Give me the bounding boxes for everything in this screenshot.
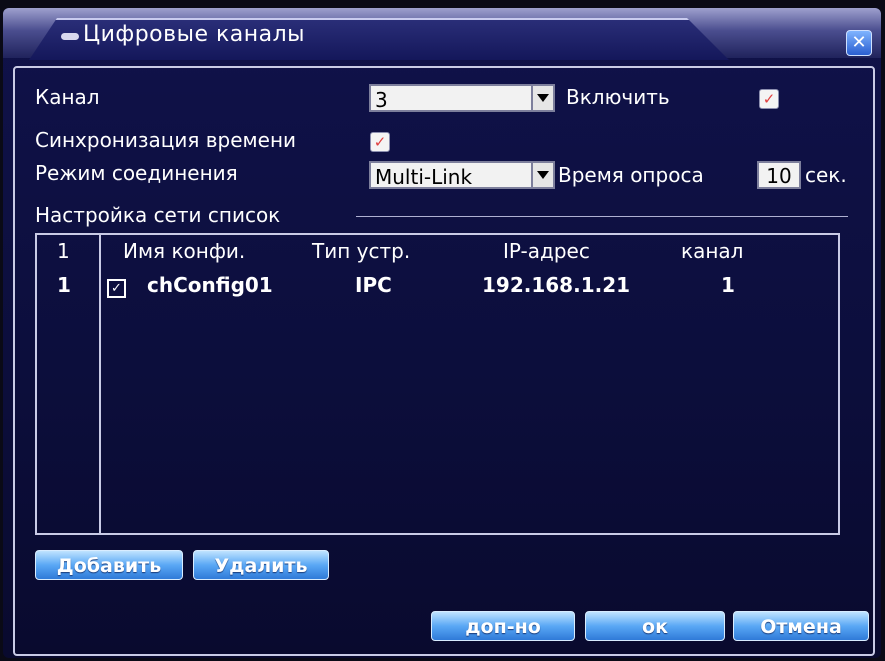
dialog-window: Цифровые каналы ✕ Канал 3 Включить ✓ Син… — [3, 8, 881, 658]
conn-mode-label: Режим соединения — [35, 161, 238, 185]
header-index: 1 — [57, 239, 70, 263]
chevron-down-icon[interactable] — [531, 86, 553, 110]
close-icon[interactable]: ✕ — [846, 30, 872, 56]
channel-label: Канал — [35, 85, 100, 109]
row-ip: 192.168.1.21 — [482, 273, 631, 297]
poll-time-unit: сек. — [805, 163, 847, 187]
row-index: 1 — [57, 273, 71, 297]
device-table: 1 Имя конфи. Тип устр. IP-адрес канал 1 … — [35, 233, 840, 535]
channel-select[interactable]: 3 — [369, 84, 555, 112]
window-title: Цифровые каналы — [83, 22, 306, 47]
conn-mode-select[interactable]: Multi-Link — [369, 161, 555, 189]
row-name: chConfig01 — [147, 273, 273, 297]
delete-button[interactable]: Удалить — [193, 550, 329, 580]
enable-checkbox[interactable]: ✓ — [759, 89, 779, 109]
checkmark-icon: ✓ — [111, 281, 122, 296]
poll-time-input[interactable]: 10 — [757, 161, 801, 189]
row-channel: 1 — [721, 273, 735, 297]
column-divider — [99, 235, 101, 533]
enable-label: Включить — [566, 85, 670, 109]
row-checkbox[interactable]: ✓ — [107, 279, 126, 298]
header-type: Тип устр. — [312, 239, 411, 263]
timesync-label: Синхронизация времени — [35, 128, 297, 152]
cancel-button[interactable]: Отмена — [733, 611, 869, 641]
add-button[interactable]: Добавить — [35, 550, 183, 580]
checkmark-icon: ✓ — [762, 90, 776, 108]
ok-button[interactable]: ок — [585, 611, 725, 641]
checkmark-icon: ✓ — [373, 133, 387, 151]
conn-mode-value: Multi-Link — [375, 165, 473, 189]
header-name: Имя конфи. — [123, 239, 246, 263]
list-section-title: Настройка сети список — [35, 203, 281, 227]
poll-time-label: Время опроса — [558, 163, 704, 187]
title-bar: Цифровые каналы ✕ — [3, 8, 881, 60]
timesync-checkbox[interactable]: ✓ — [370, 132, 390, 152]
header-channel: канал — [681, 239, 744, 263]
section-divider — [356, 216, 848, 217]
advanced-button[interactable]: доп-но — [431, 611, 575, 641]
window-icon — [61, 33, 79, 40]
row-type: IPC — [355, 273, 392, 297]
channel-value: 3 — [375, 88, 388, 112]
header-ip: IP-адрес — [503, 239, 590, 263]
chevron-down-icon[interactable] — [531, 163, 553, 187]
